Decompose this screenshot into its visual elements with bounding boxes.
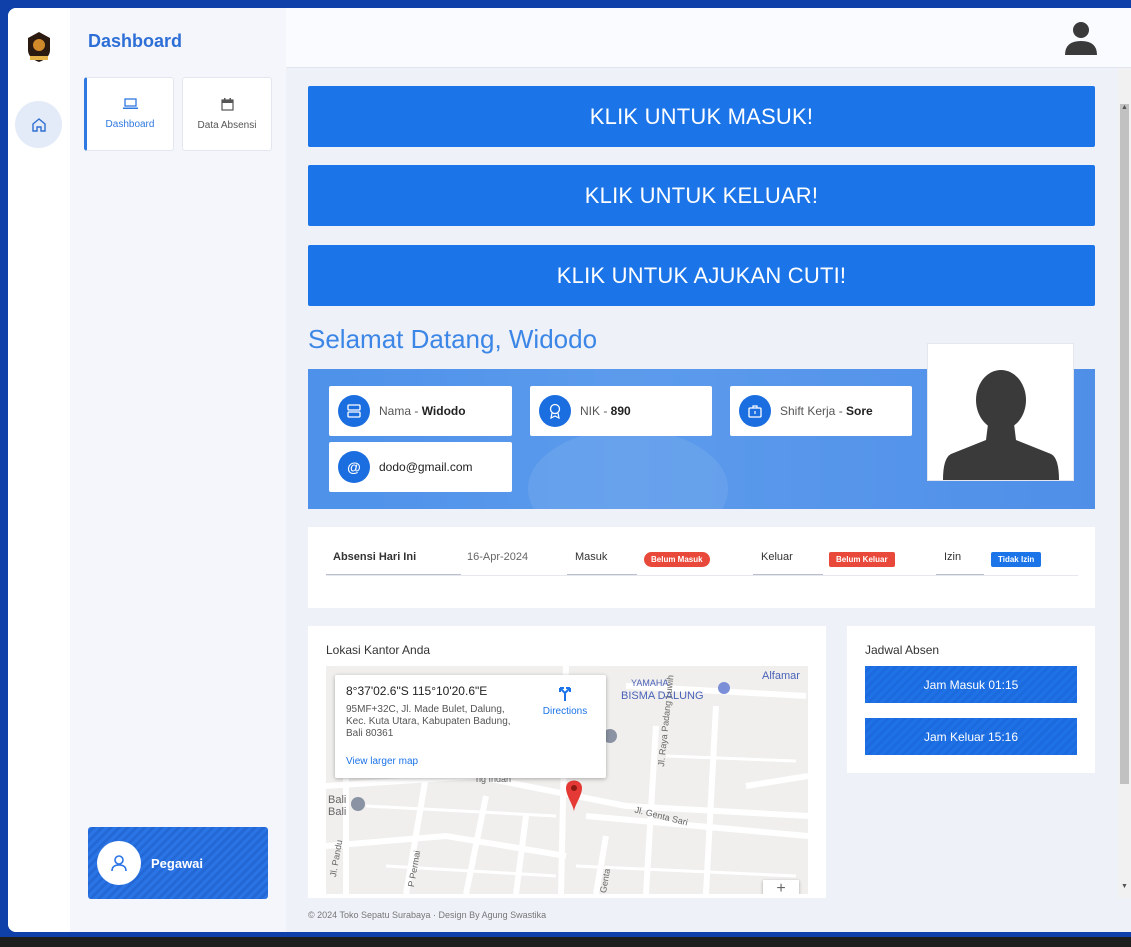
izin-underline [936,574,984,575]
banner-decoration [528,429,728,509]
profile-avatar-icon[interactable] [1063,19,1099,55]
taskbar-strip [0,937,1131,947]
nama-card: Nama - Widodo [329,386,512,436]
nama-value: Widodo [421,404,466,418]
embedded-map[interactable]: YAMAHA BISMA DALUNG Alfamar Jl. Genta Sa… [326,666,808,894]
directions-icon [559,687,571,701]
laptop-icon [122,98,138,109]
home-button[interactable] [15,101,62,148]
tab-data-absensi[interactable]: Data Absensi [182,77,272,151]
briefcase-icon [739,395,771,427]
scroll-down-arrow-icon[interactable]: ▼ [1121,883,1128,890]
email-value: dodo@gmail.com [379,460,473,474]
shift-label: Shift Kerja - [780,404,847,418]
sidebar-title: Dashboard [88,31,183,51]
zoom-in-button[interactable]: + [763,880,799,894]
icon-rail [8,8,70,932]
tab-dashboard[interactable]: Dashboard [84,77,174,151]
person-silhouette-icon [942,370,1059,480]
absensi-underline [326,574,461,575]
tab-data-absensi-label: Data Absensi [197,119,257,131]
at-sign-icon: @ [338,451,370,483]
scrollbar[interactable]: ▲ ▼ [1118,68,1131,898]
top-bar [286,8,1131,68]
user-icon [111,855,127,872]
masuk-status-badge: Belum Masuk [644,552,710,567]
user-role-card[interactable]: Pegawai [88,827,268,899]
absensi-date: 16-Apr-2024 [467,551,529,563]
avatar [97,841,141,885]
jadwal-card: Jadwal Absen Jam Masuk 01:15 Jam Keluar … [847,626,1095,773]
award-icon [539,395,571,427]
nik-value: 890 [610,404,631,418]
calendar-icon [220,97,234,111]
izin-status-badge: Tidak Izin [991,552,1042,567]
ajukan-cuti-button[interactable]: KLIK UNTUK AJUKAN CUTI! [308,245,1095,306]
footer-text: © 2024 Toko Sepatu Surabaya · Design By … [308,910,547,920]
keluar-status-badge: Belum Keluar [829,552,895,567]
nik-card: NIK - 890 [530,386,712,436]
profile-photo [927,343,1074,481]
map-info-popup: 8°37'02.6"S 115°10'20.6"E 95MF+32C, Jl. … [335,675,606,778]
keluar-button[interactable]: KLIK UNTUK KELUAR! [308,165,1095,226]
home-icon [31,117,46,132]
email-card: @ dodo@gmail.com [329,442,512,492]
map-label-yamaha: YAMAHA [631,678,669,688]
shift-card: Shift Kerja - Sore [730,386,912,436]
server-icon [338,395,370,427]
absensi-divider [326,575,1078,576]
map-label-bali-2: Bali [328,806,347,818]
brand-logo [28,32,50,62]
jam-keluar-button[interactable]: Jam Keluar 15:16 [865,718,1077,755]
scroll-up-arrow-icon[interactable]: ▲ [1121,104,1128,111]
jam-masuk-button[interactable]: Jam Masuk 01:15 [865,666,1077,703]
directions-link[interactable]: Directions [540,684,590,717]
masuk-button[interactable]: KLIK UNTUK MASUK! [308,86,1095,147]
shift-value: Sore [846,404,873,418]
nik-label: NIK - [580,404,611,418]
map-label-bali-1: Bali [328,794,347,806]
masuk-underline [567,574,637,575]
map-title: Lokasi Kantor Anda [326,643,431,657]
masuk-label: Masuk [575,551,608,563]
scrollbar-thumb[interactable] [1120,104,1129,784]
welcome-heading: Selamat Datang, Widodo [308,324,598,354]
absensi-card: Absensi Hari Ini 16-Apr-2024 Masuk Belum… [308,527,1095,608]
user-role-label: Pegawai [151,855,204,871]
sub-sidebar: Dashboard Dashboard Data Absensi Pegawai [70,8,286,932]
absensi-title: Absensi Hari Ini [333,551,417,563]
tab-dashboard-label: Dashboard [105,119,155,130]
jadwal-title: Jadwal Absen [865,643,940,657]
view-larger-map-link[interactable]: View larger map [346,756,418,767]
map-label-alfamart: Alfamar [762,670,800,682]
keluar-label: Keluar [761,551,793,563]
keluar-underline [753,574,823,575]
nama-label: Nama - [379,404,422,418]
izin-label: Izin [944,551,962,563]
map-card: Lokasi Kantor Anda YAMAHA BISMA DALUNG A… [308,626,826,898]
directions-label: Directions [542,706,588,717]
map-address: 95MF+32C, Jl. Made Bulet, Dalung, Kec. K… [346,704,511,739]
